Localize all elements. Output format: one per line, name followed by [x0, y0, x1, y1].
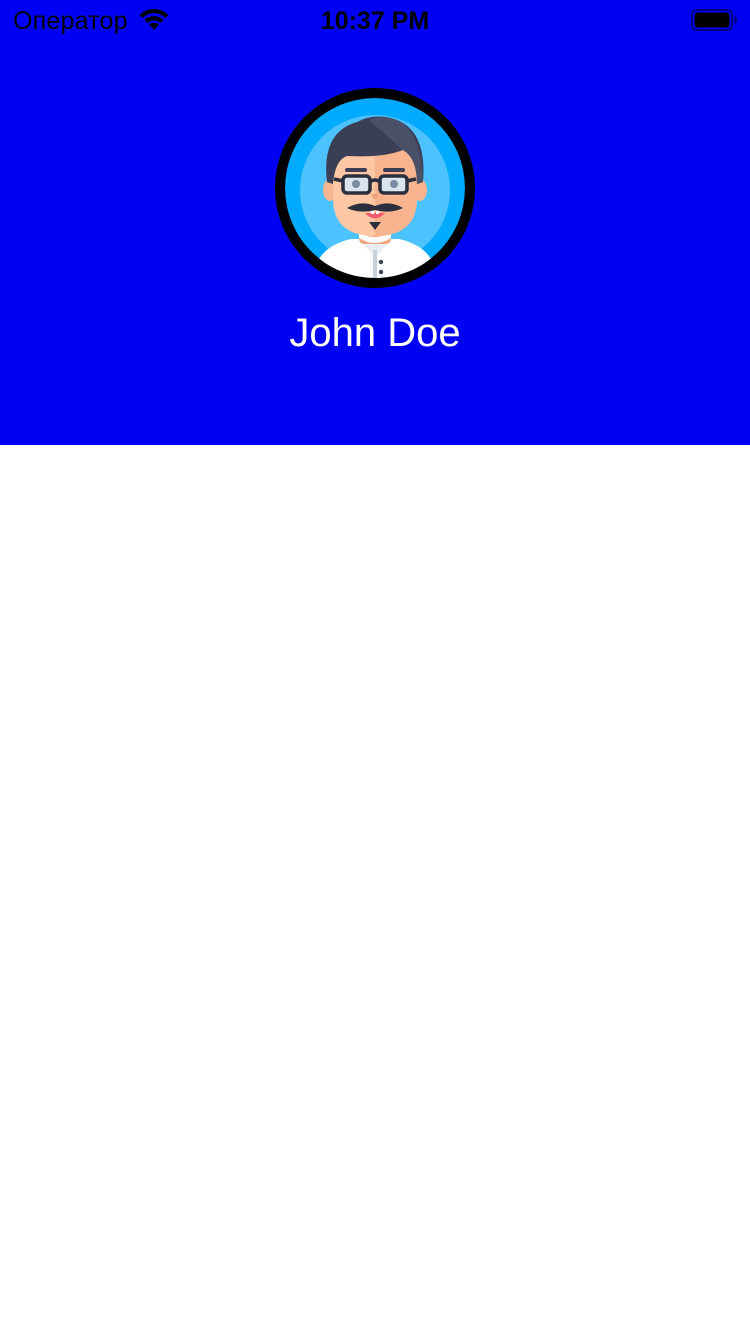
status-bar: Оператор 10:37 PM	[0, 0, 750, 40]
profile-header: Оператор 10:37 PM John Doe	[0, 0, 750, 445]
avatar[interactable]	[275, 88, 475, 288]
battery-icon	[691, 9, 737, 31]
profile-name: John Doe	[289, 311, 461, 355]
profile-content-area	[0, 445, 750, 1334]
profile-screen: Оператор 10:37 PM John Doe	[0, 0, 750, 1334]
status-time: 10:37 PM	[320, 7, 430, 35]
avatar-man-icon	[285, 98, 465, 278]
